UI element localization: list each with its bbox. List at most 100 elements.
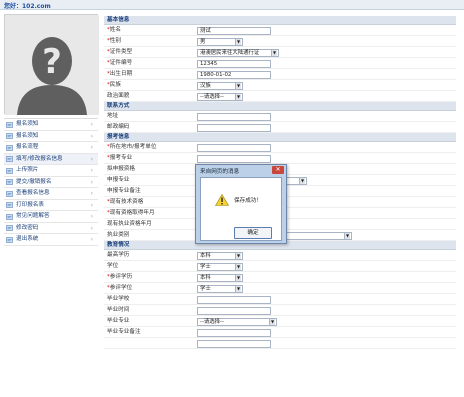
sidebar-item[interactable]: 常见问题解答 › [4, 211, 98, 223]
text-field[interactable] [197, 154, 271, 163]
sidebar-item-label: 打印报名表 [16, 201, 44, 208]
sidebar-item[interactable]: 报名须知 › [4, 130, 98, 142]
field-label: *民族 [107, 80, 121, 91]
field-label-text: 申报专业 [107, 177, 130, 183]
dropdown-arrow-icon: ▼ [269, 318, 275, 325]
sidebar-item[interactable]: 报名须知 › [4, 119, 98, 131]
sidebar-item[interactable]: 提交/撤销报名 › [4, 176, 98, 188]
field-value: 男 [200, 38, 206, 45]
form-row: *姓名 测试 [104, 25, 456, 36]
print-icon [6, 202, 13, 208]
dialog-ok-button[interactable]: 确定 [234, 227, 272, 239]
form-row: 最高学历 本科 ▼ [104, 250, 456, 261]
text-field[interactable] [197, 339, 271, 348]
field-label: 现有执业资格年月 [107, 219, 152, 230]
sidebar-item[interactable]: 修改密码 › [4, 222, 98, 234]
key-icon [6, 225, 13, 231]
dropdown-arrow-icon: ▼ [344, 232, 350, 239]
select-field[interactable]: 男 ▼ [197, 37, 243, 46]
dialog-close-button[interactable]: ✕ [272, 166, 284, 174]
chevron-right-icon: › [90, 167, 93, 174]
sidebar-item-label: 报名须知 [16, 132, 39, 139]
field-label-text: 参评学历 [109, 274, 133, 280]
text-field[interactable] [197, 123, 271, 132]
text-field[interactable] [197, 143, 271, 152]
form-row: 邮政编码 [104, 122, 456, 133]
dropdown-arrow-icon: ▼ [235, 38, 241, 45]
field-label: *姓名 [107, 25, 121, 36]
form-row: *报考专业 [104, 153, 456, 164]
field-label: 执业类别 [107, 230, 129, 241]
dropdown-arrow-icon: ▼ [235, 263, 241, 270]
chevron-right-icon: › [90, 132, 93, 140]
field-label-text: 证件类型 [109, 49, 133, 55]
select-field[interactable]: 学士 ▼ [197, 284, 243, 293]
select-field[interactable]: 本科 ▼ [197, 273, 243, 282]
chevron-right-icon: › [90, 213, 93, 220]
field-label: 毕业专业备注 [107, 327, 141, 338]
field-value: 1980-01-02 [200, 71, 232, 78]
field-label: *报考专业 [107, 153, 132, 164]
form-row: *证件类型 港澳居民来往大陆通行证 ▼ [104, 47, 456, 58]
field-label-text: 执业类别 [107, 232, 130, 238]
field-value: 本科 [200, 274, 211, 281]
top-bar: 您好：102.com [0, 0, 464, 10]
field-label-text: 参评学位 [109, 285, 133, 291]
exit-icon [6, 236, 13, 243]
select-field[interactable]: --请选择-- ▼ [197, 317, 277, 326]
field-label-text: 邮政编码 [107, 124, 130, 130]
field-label-text: 毕业学校 [107, 296, 130, 302]
field-label: *性别 [107, 36, 121, 47]
dropdown-arrow-icon: ▼ [271, 49, 277, 56]
greeting-text: 您好：102.com [4, 3, 51, 10]
doc-icon [6, 179, 13, 185]
form-row [104, 338, 456, 349]
field-label-text: 报考专业 [109, 155, 133, 161]
select-field[interactable]: 汉族 ▼ [197, 81, 243, 90]
sidebar-item[interactable]: 上传照片 › [4, 165, 98, 177]
form-row: *参评学历 本科 ▼ [104, 272, 456, 283]
field-value: 学士 [200, 285, 211, 292]
edit-icon [6, 156, 13, 162]
text-field[interactable]: 12345 [197, 59, 271, 68]
field-label-text: 姓名 [109, 27, 121, 33]
field-label: 申报专业备注 [107, 186, 141, 197]
text-field[interactable] [197, 306, 271, 315]
sidebar-item[interactable]: 查看报名信息 › [4, 188, 98, 200]
sidebar-item-label: 填写/修改报名信息 [16, 155, 63, 162]
field-label: *证件编号 [107, 58, 132, 69]
sidebar-item[interactable]: 填写/修改报名信息 › [4, 153, 98, 165]
select-field[interactable]: 港澳居民来往大陆通行证 ▼ [197, 48, 279, 57]
alert-dialog: 来自网页的消息 ✕ 保存成功！ 确定 [195, 164, 287, 244]
text-field[interactable]: 测试 [197, 26, 271, 35]
dialog-title: 来自网页的消息 [200, 169, 240, 175]
section-header: 报考信息 [104, 133, 456, 142]
text-field[interactable]: 1980-01-02 [197, 70, 271, 79]
form-row: 毕业专业备注 [104, 327, 456, 338]
section-header: 联系方式 [104, 102, 456, 111]
text-field[interactable] [197, 295, 271, 304]
field-label-text: 出生日期 [109, 71, 133, 77]
sidebar-item[interactable]: 打印报名表 › [4, 199, 98, 211]
select-field[interactable]: --请选择-- ▼ [197, 92, 243, 101]
select-field[interactable]: 本科 ▼ [197, 251, 243, 260]
select-field[interactable]: 学士 ▼ [197, 262, 243, 271]
field-label-text: 现有执业资格年月 [107, 221, 152, 227]
text-field[interactable] [197, 112, 271, 121]
field-label-text: 所在地市/报考单位 [109, 144, 157, 150]
chevron-right-icon: › [90, 236, 93, 243]
sidebar-item[interactable]: 报名流程 › [4, 142, 98, 154]
svg-text:?: ? [42, 42, 62, 82]
avatar-placeholder-icon: ? [5, 15, 99, 115]
sidebar-item-label: 提交/撤销报名 [16, 178, 52, 185]
field-value: 12345 [200, 60, 218, 67]
avatar: ? [4, 14, 99, 115]
field-label-text: 证件编号 [109, 60, 133, 66]
sidebar-item[interactable]: 退出系统 › [4, 234, 98, 246]
field-label: 邮政编码 [107, 122, 129, 133]
text-field[interactable] [197, 328, 271, 337]
form-row: 政治面貌 --请选择-- ▼ [104, 91, 456, 102]
chevron-right-icon: › [90, 178, 93, 186]
field-label-text: 最高学历 [107, 252, 130, 258]
sidebar-menu: 报名须知 › 报名须知 › 报名流程 › 填写/修改报名信息 › 上传照片 › 提交/撤销报名 › 查看… [4, 118, 98, 246]
